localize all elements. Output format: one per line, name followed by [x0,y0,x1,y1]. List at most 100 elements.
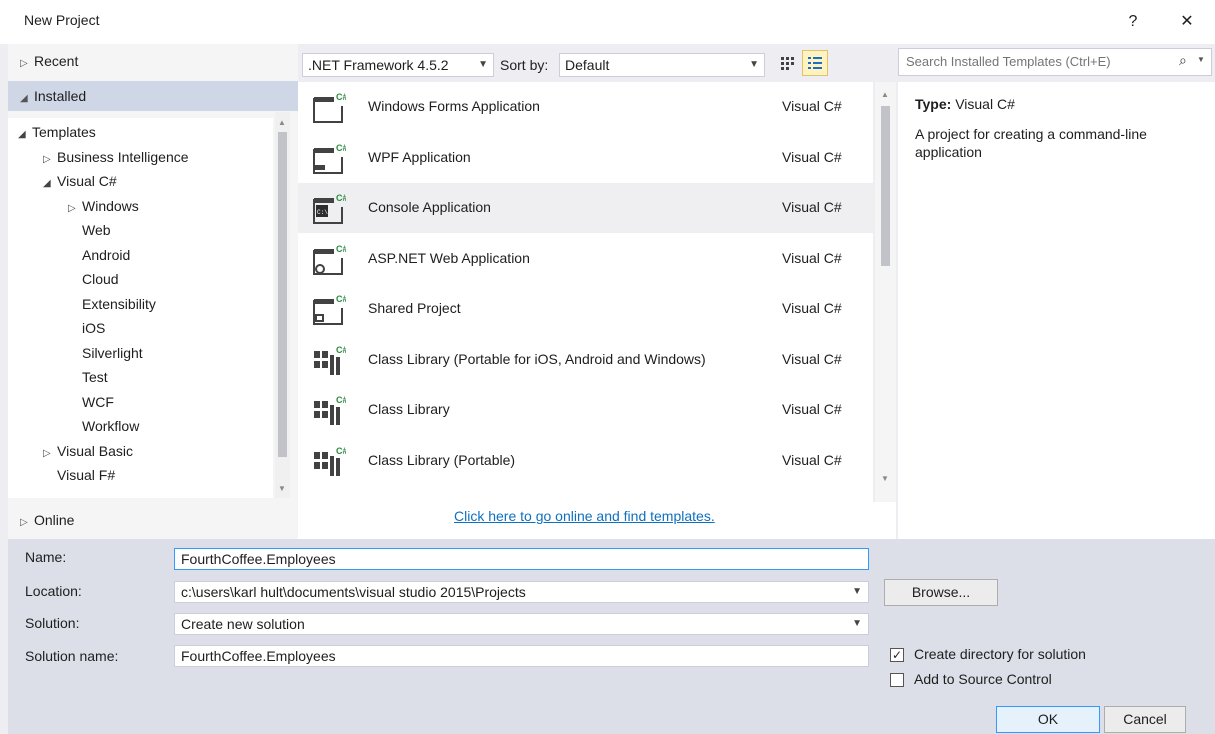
find-online-templates-link[interactable]: Click here to go online and find templat… [454,508,715,524]
expand-arrow-icon[interactable]: ▷ [43,448,57,459]
collapse-arrow-icon[interactable]: ◢ [18,129,32,140]
tree-item[interactable]: ▷ Windows [68,198,139,214]
template-scroll-thumb[interactable] [881,106,890,266]
svg-text:C#: C# [336,294,346,304]
template-description: A project for creating a command-line ap… [915,126,1147,160]
chevron-down-icon: ▼ [749,59,759,70]
framework-select[interactable]: .NET Framework 4.5.2 ▼ [302,53,494,77]
template-language: Visual C# [782,300,842,316]
installed-section[interactable]: ◢ Installed [8,81,298,111]
template-details: Type: Visual C# A project for creating a… [898,82,1215,539]
small-icons-view-icon[interactable] [776,52,798,74]
tree-item[interactable]: Extensibility [68,296,156,312]
template-language: Visual C# [782,401,842,417]
scroll-up-icon[interactable]: ▲ [881,90,889,99]
template-item[interactable]: C# Windows Forms Application Visual C# [298,82,873,132]
tree-item[interactable]: ◢ Visual C# [43,173,117,189]
chevron-down-icon: ▼ [478,59,488,70]
ok-button[interactable]: OK [996,706,1100,733]
svg-text:C#: C# [336,193,346,203]
solution-select[interactable]: Create new solution ▼ [174,613,869,635]
create-directory-checkbox[interactable]: ✓ [890,648,904,662]
scroll-down-icon[interactable]: ▼ [278,484,286,493]
tree-item-label: Visual Basic [57,442,134,459]
recent-label: Recent [34,53,79,69]
online-section[interactable]: ▷ Online [8,505,298,535]
name-label: Name: [25,549,67,565]
template-item[interactable]: C# WPF Application Visual C# [298,133,873,183]
solution-name-label: Solution name: [25,648,119,664]
svg-text:C#: C# [336,244,346,254]
checkmark-icon: ✓ [891,648,903,662]
tree-scroll-thumb[interactable] [278,132,287,457]
sort-select[interactable]: Default ▼ [559,53,765,77]
tree-item-label: Templates [32,124,96,140]
solution-name-input[interactable]: FourthCoffee.Employees [174,645,869,667]
tree-item[interactable]: ▷ Visual Basic [43,443,133,459]
template-name: Class Library (Portable for iOS, Android… [368,350,706,367]
template-list: C# Windows Forms Application Visual C# C# WP… [298,82,873,502]
add-source-control-checkbox[interactable] [890,673,904,687]
svg-text:C:\: C:\ [317,209,328,216]
tree-item[interactable]: Cloud [68,271,119,287]
template-name: Class Library (Portable) [368,451,516,468]
close-button[interactable]: ✕ [1172,8,1202,36]
tree-item[interactable]: WCF [68,394,114,410]
tree-item[interactable]: Visual F# [43,467,115,483]
template-language: Visual C# [782,350,842,367]
list-view-icon[interactable] [802,50,828,76]
library-csharp-icon: C# [312,446,348,478]
tree-item-label: Visual C# [57,173,117,189]
tree-item-label: Cloud [82,271,119,287]
template-language: Visual C# [782,98,842,114]
chevron-down-icon[interactable]: ▼ [1197,55,1205,64]
browse-button[interactable]: Browse... [884,579,998,606]
tree-item[interactable]: Android [68,247,130,263]
template-item[interactable]: C# Class Library (Portable for iOS, Andro… [298,335,873,385]
template-name: Console Application [368,199,491,215]
template-item[interactable]: C# Shared Project Visual C# [298,284,873,334]
library-csharp-icon: C# [312,395,348,427]
search-box[interactable]: ⌕ ▼ [898,48,1212,76]
tree-item-label: Visual F# [57,467,116,483]
tree-item[interactable]: iOS [68,320,105,336]
tree-scrollbar[interactable]: ▲ ▼ [275,112,290,498]
sort-value: Default [565,57,610,73]
tree-item-label: Extensibility [82,295,156,312]
tree-item-label: Business Intelligence [57,148,189,165]
search-icon[interactable]: ⌕ [1179,52,1187,69]
template-name: Class Library [368,401,450,417]
tree-item[interactable]: Workflow [68,418,139,434]
location-label: Location: [25,583,82,599]
template-list-scrollbar[interactable]: ▲ ▼ [875,82,896,502]
expand-arrow-icon[interactable]: ▷ [43,154,57,165]
template-item[interactable]: C# C:\ Console Application Visual C# [298,183,873,233]
name-input[interactable]: FourthCoffee.Employees [174,548,869,570]
dialog-title: New Project [24,12,100,28]
tree-item[interactable]: ▷ Business Intelligence [43,149,189,165]
tree-item-label: Silverlight [82,344,143,361]
scroll-down-icon[interactable]: ▼ [881,474,889,483]
cancel-button[interactable]: Cancel [1104,706,1186,733]
search-input[interactable] [904,53,1168,70]
expand-arrow-icon[interactable]: ▷ [68,203,82,214]
svg-text:C#: C# [336,395,346,405]
scroll-up-icon[interactable]: ▲ [278,118,286,127]
create-directory-label: Create directory for solution [914,646,1086,662]
template-item[interactable]: C# Class Library Visual C# [298,385,873,435]
recent-section[interactable]: ▷ Recent [8,46,298,76]
tree-item[interactable]: Silverlight [68,345,143,361]
name-value: FourthCoffee.Employees [181,551,336,567]
tree-item[interactable]: Web [68,222,111,238]
template-item[interactable]: C# ASP.NET Web Application Visual C# [298,234,873,284]
svg-text:C#: C# [336,92,346,102]
online-link-area: Click here to go online and find templat… [298,502,896,539]
location-select[interactable]: c:\users\karl hult\documents\visual stud… [174,581,869,603]
tree-item[interactable]: ◢ Templates [18,124,96,140]
help-button[interactable]: ? [1118,8,1148,36]
collapse-arrow-icon[interactable]: ◢ [43,178,57,189]
tree-item-label: Android [82,246,131,263]
chevron-down-icon: ▼ [852,618,862,629]
tree-item[interactable]: Test [68,369,108,385]
template-item[interactable]: C# Class Library (Portable) Visual C# [298,436,873,486]
